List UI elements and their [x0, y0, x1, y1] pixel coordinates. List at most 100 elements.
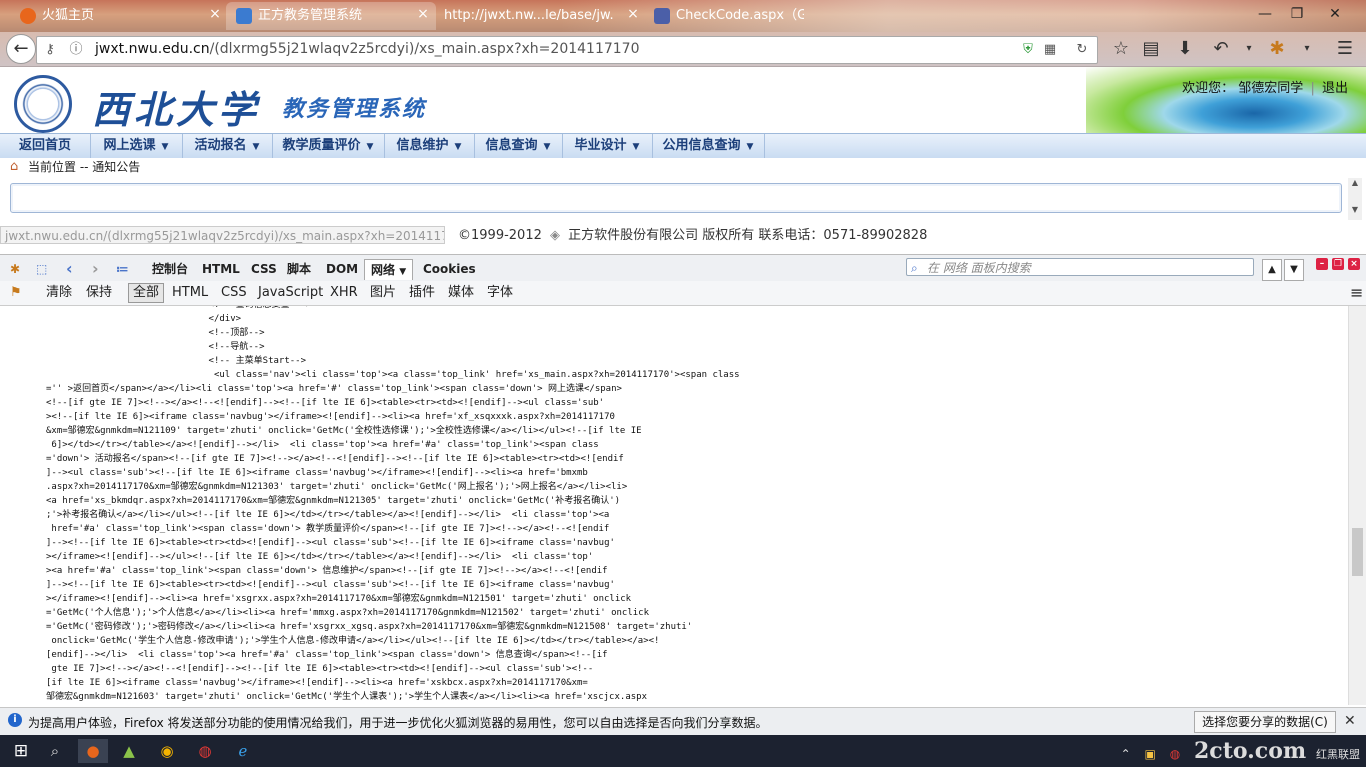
filter-plugins[interactable]: 插件: [409, 284, 435, 302]
tray-netease-icon[interactable]: ◍: [1170, 747, 1180, 761]
source-line: gte IE 7]><!--></a><!--<![endif]--><!--[…: [46, 664, 594, 674]
close-panel-icon[interactable]: ×: [1348, 258, 1360, 270]
menu-course-selection[interactable]: 网上选课 ▼: [90, 134, 183, 158]
close-tab-icon[interactable]: ×: [618, 4, 648, 24]
shield-icon[interactable]: ⛨: [1019, 41, 1037, 59]
chevron-down-icon: ▼: [399, 267, 407, 277]
info-icon[interactable]: ⓘ: [67, 41, 85, 59]
menu-label: 网上选课: [103, 138, 156, 153]
tab-css[interactable]: http://jwxt.nw...le/base/jw.css: [444, 2, 614, 30]
filter-fonts[interactable]: 字体: [487, 284, 513, 302]
menu-public-info-query[interactable]: 公用信息查询 ▼: [652, 134, 765, 158]
source-line: <!--导航-->: [46, 342, 265, 352]
tab-script[interactable]: 脚本: [287, 259, 311, 279]
tray-up-arrow-icon[interactable]: ⌃: [1121, 747, 1131, 761]
data-sharing-notification: i 为提高用户体验，Firefox 将发送部分功能的使用情况给我们，用于进一步优…: [0, 707, 1366, 736]
menu-graduation-design[interactable]: 毕业设计 ▼: [562, 134, 653, 158]
url-bar[interactable]: ⚷ ⓘ jwxt.nwu.edu.cn/(dlxrmg55j21wlaqv2z5…: [36, 36, 1098, 64]
logout-link[interactable]: 退出: [1322, 81, 1348, 96]
maximize-icon[interactable]: ❐: [1282, 4, 1312, 24]
tab-jiaowu[interactable]: 正方教务管理系统: [226, 2, 436, 30]
firebug-icon[interactable]: ✱: [10, 259, 20, 279]
filter-css[interactable]: CSS: [221, 284, 247, 302]
page-scrollbar[interactable]: ▲ ▼: [1348, 178, 1362, 220]
panel-search-input[interactable]: ⌕ 在 网络 面板内搜索: [906, 258, 1254, 276]
options-menu-icon[interactable]: ≡: [1350, 284, 1363, 302]
tab-checkcode[interactable]: CheckCode.aspx（GIF: [654, 2, 804, 30]
url-text[interactable]: jwxt.nwu.edu.cn/(dlxrmg55j21wlaqv2z5rcdy…: [95, 41, 640, 57]
search-placeholder: 在 网络 面板内搜索: [927, 261, 1031, 275]
filter-xhr[interactable]: XHR: [330, 284, 358, 302]
tab-cookies[interactable]: Cookies: [423, 259, 476, 279]
source-line: ></iframe><![endif]--><li><a href='xsgrx…: [46, 594, 632, 604]
android-studio-icon[interactable]: ▲: [114, 739, 144, 763]
tab-console[interactable]: 控制台: [152, 259, 188, 279]
undo-icon[interactable]: ↶: [1208, 37, 1234, 61]
minimize-icon[interactable]: —: [1250, 4, 1280, 24]
source-line: <!--顶部-->: [46, 328, 265, 338]
filter-media[interactable]: 媒体: [448, 284, 474, 302]
tab-css[interactable]: CSS: [251, 259, 277, 279]
filter-images[interactable]: 图片: [370, 284, 396, 302]
menu-info-maintenance[interactable]: 信息维护 ▼: [384, 134, 475, 158]
filter-javascript[interactable]: JavaScript: [258, 284, 323, 302]
filter-all[interactable]: 全部: [128, 283, 165, 303]
menu-home[interactable]: 返回首页: [0, 134, 91, 158]
internet-explorer-icon[interactable]: ℯ: [228, 739, 258, 763]
chevron-down-icon[interactable]: ▾: [1294, 37, 1320, 61]
scrollbar-thumb[interactable]: [1352, 528, 1363, 576]
menu-activity-signup[interactable]: 活动报名 ▼: [182, 134, 273, 158]
key-icon[interactable]: ⚷: [41, 41, 59, 59]
reading-list-icon[interactable]: ▤: [1138, 37, 1164, 61]
close-notification-icon[interactable]: ✕: [1344, 713, 1356, 729]
divider: |: [1310, 81, 1315, 96]
scroll-down-icon[interactable]: ▼: [1348, 205, 1362, 214]
tab-html[interactable]: HTML: [202, 259, 240, 279]
qr-code-icon[interactable]: ▦: [1041, 41, 1059, 59]
tab-dom[interactable]: DOM: [326, 259, 358, 279]
user-name: 邹德宏同学: [1238, 81, 1304, 96]
chrome-icon[interactable]: ◉: [152, 739, 182, 763]
firebug-icon[interactable]: ✱: [1264, 37, 1290, 61]
tab-firefox-home[interactable]: 火狐主页: [20, 2, 220, 30]
netease-music-icon[interactable]: ◍: [190, 739, 220, 763]
source-scrollbar[interactable]: [1348, 306, 1366, 705]
filter-clear[interactable]: 清除: [46, 284, 72, 302]
menu-info-query[interactable]: 信息查询 ▼: [474, 134, 563, 158]
response-source-view: <!-- 查询信息复查 --> </div> <!--顶部--> <!--导航-…: [0, 306, 1348, 705]
windows-taskbar: ⊞ ⌕ ● ▲ ◉ ◍ ℯ ⌃ ▣ ◍ 2cto.com 红黑联盟: [0, 735, 1366, 767]
minimize-panel-icon[interactable]: –: [1316, 258, 1328, 270]
company-info: 正方软件股份有限公司 版权所有 联系电话：0571-89902828: [568, 228, 928, 243]
devtools-toolbar: ✱ ⬚ ‹ › ≔ 控制台 HTML CSS 脚本 DOM 网络 ▼ Cooki…: [0, 254, 1366, 282]
forward-icon[interactable]: ›: [92, 259, 99, 279]
filter-persist[interactable]: 保持: [86, 284, 112, 302]
detach-panel-icon[interactable]: ❐: [1332, 258, 1344, 270]
firefox-taskbar-icon[interactable]: ●: [78, 739, 108, 763]
tab-network[interactable]: 网络 ▼: [364, 259, 414, 280]
close-tab-icon[interactable]: ×: [408, 4, 438, 24]
close-window-icon[interactable]: ✕: [1320, 4, 1350, 24]
back-arrow-icon[interactable]: ←: [6, 34, 36, 64]
filter-html[interactable]: HTML: [172, 284, 208, 302]
search-icon[interactable]: ⌕: [40, 739, 70, 763]
search-prev-icon[interactable]: ▲: [1262, 259, 1282, 281]
scroll-up-icon[interactable]: ▲: [1348, 178, 1362, 187]
inspect-icon[interactable]: ⬚: [36, 259, 47, 279]
notice-frame: [10, 183, 1342, 213]
zf-logo-icon: ◈: [550, 228, 560, 243]
windows-start-icon[interactable]: ⊞: [6, 739, 36, 763]
download-icon[interactable]: ⬇: [1172, 37, 1198, 61]
tab-label: 网络: [371, 263, 396, 277]
menu-hamburger-icon[interactable]: ☰: [1332, 37, 1358, 61]
reload-icon[interactable]: ↻: [1073, 41, 1091, 59]
chevron-down-icon[interactable]: ▾: [1236, 37, 1262, 61]
command-line-icon[interactable]: ≔: [116, 259, 129, 279]
menu-teaching-evaluation[interactable]: 教学质量评价 ▼: [272, 134, 385, 158]
choose-share-data-button[interactable]: 选择您要分享的数据(C): [1194, 711, 1336, 733]
firefox-icon: [20, 7, 36, 24]
tray-folder-icon[interactable]: ▣: [1145, 747, 1156, 761]
back-icon[interactable]: ‹: [66, 259, 73, 279]
bookmark-star-icon[interactable]: ☆: [1108, 37, 1134, 61]
source-line: <ul class='nav'><li class='top'><a class…: [46, 370, 740, 380]
search-next-icon[interactable]: ▼: [1284, 259, 1304, 281]
